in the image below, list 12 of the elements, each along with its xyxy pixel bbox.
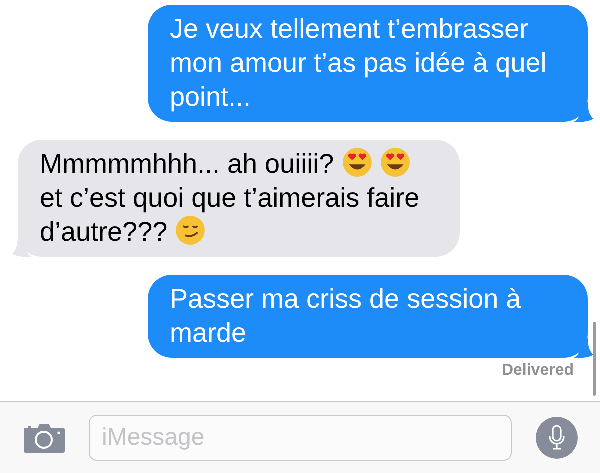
camera-icon[interactable] xyxy=(24,422,65,452)
smirking-emoji-icon xyxy=(175,215,206,246)
delivery-status: Delivered xyxy=(502,362,574,380)
microphone-button[interactable] xyxy=(536,416,578,458)
message-text: Passer ma criss de session à marde xyxy=(170,283,522,350)
microphone-icon xyxy=(548,424,566,450)
heart-eyes-emoji-icon xyxy=(380,147,412,178)
message-text: Mmmmmhhh... ah ouiiii? xyxy=(40,149,334,179)
message-text: et c’est quoi que t’aimerais faire xyxy=(40,183,420,213)
heart-eyes-emoji-icon xyxy=(342,147,373,178)
message-text: d’autre??? xyxy=(40,217,168,247)
message-text: Je veux tellement t’embrasser mon amour t’as pas idée à quel point... xyxy=(170,13,548,114)
